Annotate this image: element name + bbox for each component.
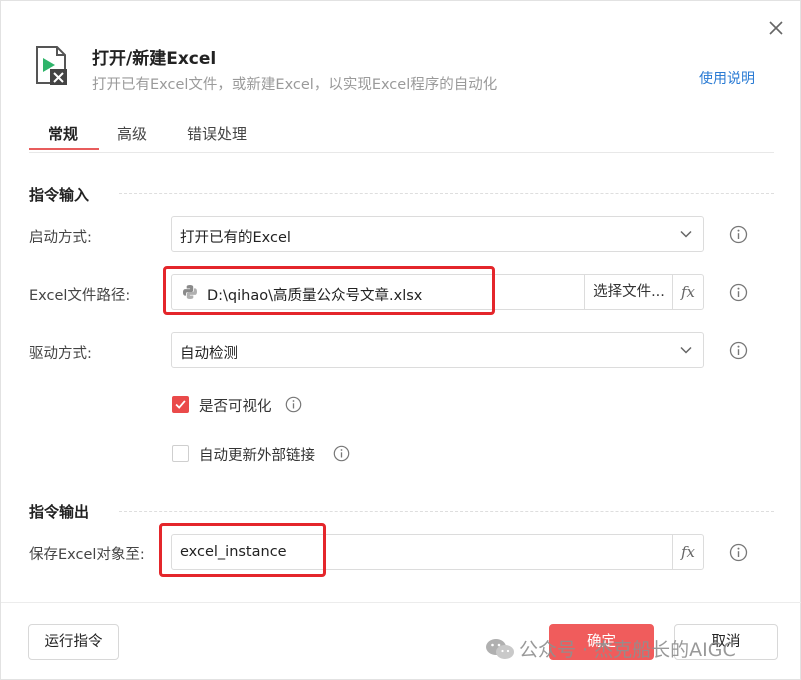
tab-bar: 常规 高级 错误处理 bbox=[29, 119, 774, 153]
info-icon[interactable] bbox=[729, 283, 748, 302]
save-to-label: 保存Excel对象至: bbox=[29, 547, 145, 563]
dialog-subtitle: 打开已有Excel文件，或新建Excel，以实现Excel程序的自动化 bbox=[92, 77, 498, 93]
save-to-value: excel_instance bbox=[180, 544, 287, 560]
python-icon bbox=[183, 285, 197, 299]
input-section-title: 指令输入 bbox=[29, 186, 90, 204]
tab-advanced[interactable]: 高级 bbox=[117, 123, 147, 144]
driver-mode-label: 驱动方式: bbox=[29, 346, 92, 362]
help-link[interactable]: 使用说明 bbox=[699, 68, 755, 88]
file-path-value: D:\qihao\高质量公众号文章.xlsx bbox=[207, 288, 423, 304]
tab-error-handling[interactable]: 错误处理 bbox=[187, 123, 247, 144]
info-icon[interactable] bbox=[729, 225, 748, 244]
update-links-checkbox[interactable] bbox=[172, 445, 189, 462]
info-icon[interactable] bbox=[333, 445, 350, 462]
open-excel-dialog: 打开/新建Excel 打开已有Excel文件，或新建Excel，以实现Excel… bbox=[0, 0, 801, 680]
check-icon bbox=[175, 400, 186, 409]
update-links-label: 自动更新外部链接 bbox=[199, 448, 315, 464]
driver-mode-select[interactable]: 自动检测 bbox=[171, 332, 704, 368]
section-divider bbox=[119, 511, 774, 512]
output-section-title: 指令输出 bbox=[29, 503, 90, 521]
watermark-text: 公众号 · 杰克船长的AIGC bbox=[519, 639, 736, 661]
active-tab-indicator bbox=[29, 148, 99, 150]
info-icon[interactable] bbox=[729, 543, 748, 562]
file-path-label: Excel文件路径: bbox=[29, 288, 131, 304]
tab-general[interactable]: 常规 bbox=[48, 123, 78, 144]
chevron-down-icon bbox=[680, 346, 692, 354]
select-file-button[interactable]: 选择文件... bbox=[584, 275, 673, 309]
info-icon[interactable] bbox=[285, 396, 302, 413]
launch-mode-select[interactable]: 打开已有的Excel bbox=[171, 216, 704, 252]
info-icon[interactable] bbox=[729, 341, 748, 360]
launch-mode-value: 打开已有的Excel bbox=[180, 230, 291, 246]
file-path-input[interactable]: D:\qihao\高质量公众号文章.xlsx 选择文件... fx bbox=[171, 274, 704, 310]
close-icon[interactable] bbox=[765, 17, 787, 39]
watermark: 公众号 · 杰克船长的AIGC bbox=[485, 635, 736, 665]
footer-divider bbox=[1, 602, 801, 603]
excel-file-icon bbox=[35, 45, 69, 85]
save-to-input[interactable]: excel_instance fx bbox=[171, 534, 704, 570]
visible-label: 是否可视化 bbox=[199, 399, 272, 415]
fx-button[interactable]: fx bbox=[672, 535, 703, 569]
run-command-button[interactable]: 运行指令 bbox=[28, 624, 119, 660]
launch-mode-label: 启动方式: bbox=[29, 230, 92, 246]
driver-mode-value: 自动检测 bbox=[180, 346, 238, 362]
visible-checkbox[interactable] bbox=[172, 396, 189, 413]
section-divider bbox=[119, 193, 774, 194]
fx-button[interactable]: fx bbox=[672, 275, 703, 309]
chevron-down-icon bbox=[680, 230, 692, 238]
wechat-icon bbox=[486, 639, 514, 659]
dialog-title: 打开/新建Excel bbox=[92, 49, 217, 69]
